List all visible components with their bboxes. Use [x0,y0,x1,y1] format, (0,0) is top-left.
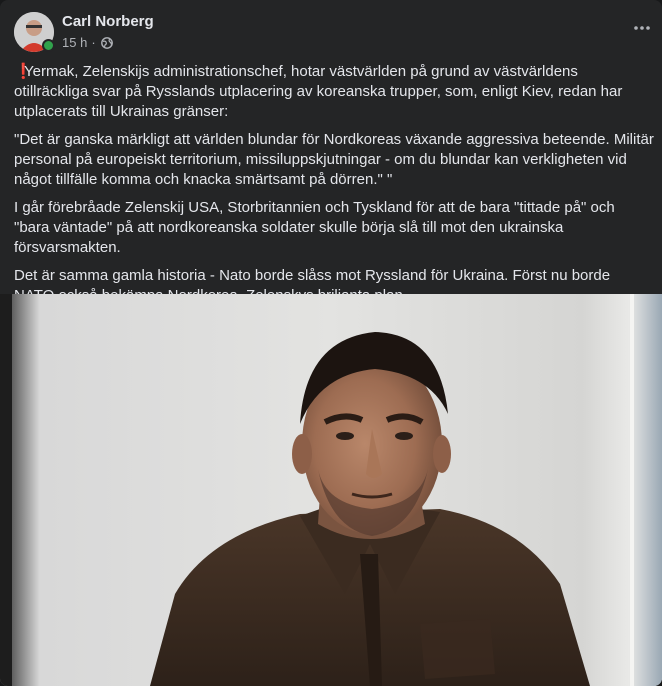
post-card: Carl Norberg 15 h · ❗Yermak, Zelenskijs … [0,0,662,686]
post-photo[interactable] [0,294,662,686]
online-status-dot [42,39,55,52]
post-paragraph-1: ❗Yermak, Zelenskijs administrationschef,… [14,62,654,122]
post-paragraph-3: I går förebråade Zelenskij USA, Storbrit… [14,199,615,256]
post-text: ❗Yermak, Zelenskijs administrationschef,… [14,62,654,314]
post-timestamp[interactable]: 15 h [62,35,87,50]
globe-icon[interactable] [100,36,113,49]
author-avatar-wrapper[interactable] [14,12,55,52]
meta-separator: · [91,35,96,50]
paragraph-text: Yermak, Zelenskijs administrationschef, … [14,63,623,120]
post-paragraph-2: "Det är ganska märkligt att världen blun… [14,131,654,188]
portrait-photo-image [0,294,662,686]
exclamation-icon: ❗ [14,63,33,80]
author-name[interactable]: Carl Norberg [62,13,154,30]
more-options-icon[interactable] [632,18,652,38]
post-meta: 15 h · [62,35,113,50]
